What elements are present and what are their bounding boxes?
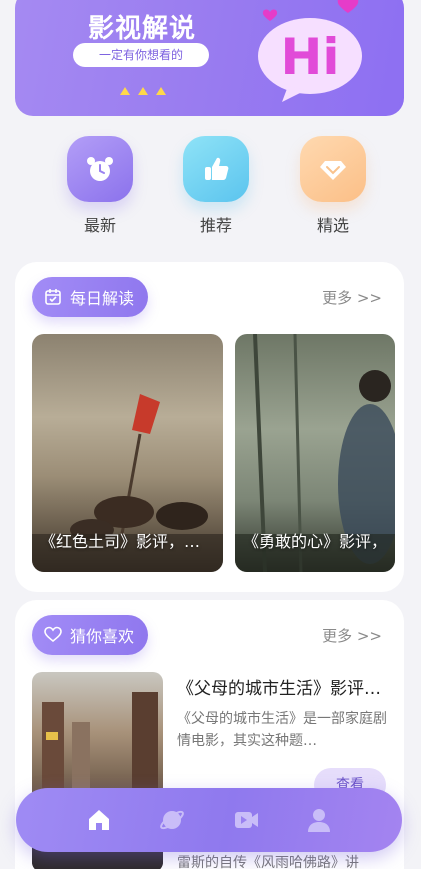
daily-reads-section: 每日解读 更多 >> 《红色土司》影评，… 《勇敢的心》影评， (15, 262, 404, 592)
calendar-icon (45, 289, 61, 305)
planet-icon (160, 810, 185, 830)
banner-subtitle: 一定有你想看的 (73, 43, 209, 67)
daily-reads-label: 每日解读 (70, 289, 135, 308)
banner[interactable]: 影视解说 一定有你想看的 Hi (15, 0, 404, 116)
bottom-tab-bar (16, 788, 402, 852)
category-label: 精选 (316, 216, 349, 235)
banner-title: 影视解说 (87, 14, 196, 44)
category-latest[interactable]: 最新 (55, 136, 145, 236)
guess-you-like-label: 猜你喜欢 (70, 627, 135, 646)
hi-speech-bubble-icon: Hi (258, 0, 362, 102)
category-recommend[interactable]: 推荐 (171, 136, 261, 236)
guess-you-like-tag: 猜你喜欢 (32, 615, 149, 655)
tab-home[interactable] (79, 800, 119, 840)
thumbs-up-icon (183, 136, 249, 202)
category-featured[interactable]: 精选 (288, 136, 378, 236)
hi-text: Hi (281, 28, 340, 86)
banner-decor-triangles (120, 80, 174, 99)
daily-more-link[interactable]: 更多 >> (322, 287, 382, 308)
guess-more-link[interactable]: 更多 >> (322, 625, 382, 646)
tab-profile[interactable] (299, 800, 339, 840)
user-icon (308, 809, 331, 832)
alarm-clock-icon (67, 136, 133, 202)
poster-card[interactable]: 《红色土司》影评，… (32, 334, 223, 572)
movie-description: 《父母的城市生活》是一部家庭剧情电影，其实这种题… (177, 711, 387, 749)
poster-caption: 《勇敢的心》影评， (243, 532, 388, 551)
tab-discover[interactable] (152, 800, 192, 840)
tab-video[interactable] (226, 800, 266, 840)
movie-title[interactable]: 《父母的城市生活》影评… (177, 674, 387, 699)
heart-icon (44, 626, 62, 643)
diamond-icon (300, 136, 366, 202)
poster-caption: 《红色土司》影评，… (40, 532, 201, 551)
daily-reads-tag: 每日解读 (32, 277, 149, 317)
next-movie-description: 雷斯的自传《风雨哈佛路》讲 (177, 855, 359, 869)
category-label: 最新 (83, 216, 116, 235)
poster-card[interactable]: 《勇敢的心》影评， (235, 334, 395, 572)
video-icon (234, 812, 258, 828)
category-label: 推荐 (199, 216, 232, 235)
home-icon (88, 810, 109, 830)
